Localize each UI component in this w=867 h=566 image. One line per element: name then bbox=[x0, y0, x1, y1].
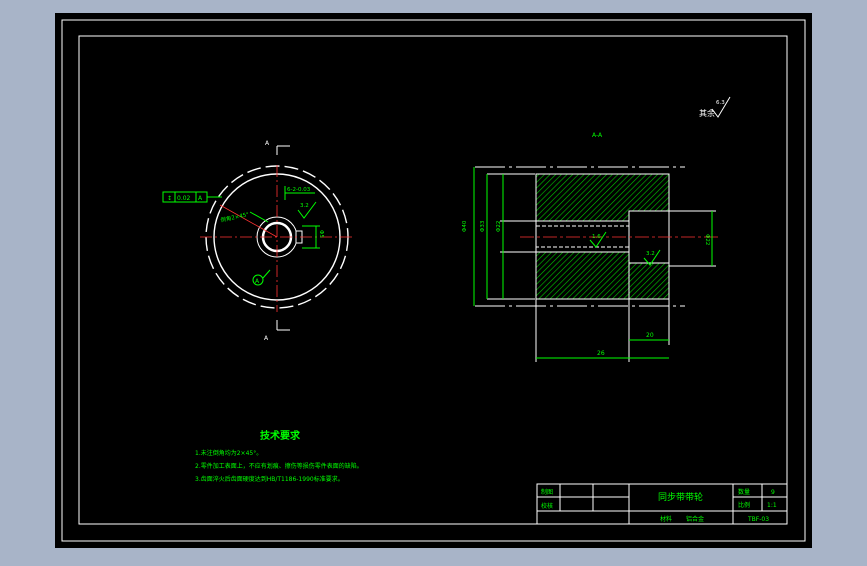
hub-length-dim: 20 bbox=[646, 332, 654, 339]
bore-dimension: Φ5 bbox=[318, 230, 324, 238]
svg-text:↕: ↕ bbox=[167, 195, 172, 202]
roughness-value: 6.3 bbox=[716, 100, 725, 106]
scale-label: 比例 bbox=[738, 501, 750, 509]
material-value: 铝合金 bbox=[686, 515, 704, 523]
qty-label: 数量 bbox=[738, 488, 750, 496]
bore-roughness-2: 1.6 bbox=[592, 234, 601, 240]
note-item-1: 1.未注倒角均为2×45°。 bbox=[195, 449, 262, 457]
section-view-label: A-A bbox=[592, 132, 603, 139]
material-label: 材料 bbox=[660, 515, 672, 523]
hub-roughness: 3.2 bbox=[646, 251, 655, 257]
root-diameter-dim: Φ33 bbox=[480, 220, 486, 232]
total-length-dim: 26 bbox=[597, 350, 605, 357]
cad-viewport: A A ↕ 0.02 A A 6-2-0.03 3.2 倒角2×45° Φ5 A… bbox=[0, 0, 867, 562]
hub-diameter-dim: Φ22 bbox=[496, 221, 502, 232]
right-diameter-dim: Φ22 bbox=[704, 234, 710, 245]
bore-roughness: 3.2 bbox=[300, 203, 309, 209]
checked-label: 校核 bbox=[541, 502, 553, 510]
note-item-2: 2.零件加工表面上，不应有划痕、擦伤等损伤零件表面的缺陷。 bbox=[195, 462, 363, 470]
note-item-3: 3.齿面淬火后齿面硬度达到HB/T1186-1990标准要求。 bbox=[195, 475, 344, 483]
keyway-tolerance: 6-2-0.03 bbox=[287, 187, 311, 193]
part-name: 同步带带轮 bbox=[658, 491, 703, 503]
svg-text:0.02: 0.02 bbox=[177, 195, 191, 202]
notes-heading: 技术要求 bbox=[260, 429, 301, 442]
qty-value: 9 bbox=[771, 489, 775, 496]
drawing-sheet bbox=[55, 13, 812, 548]
outer-diameter-dim: Φ40 bbox=[462, 220, 468, 232]
scale-value: 1:1 bbox=[767, 502, 777, 509]
drawn-label: 制图 bbox=[541, 488, 553, 496]
drawing-number: TBF-03 bbox=[747, 516, 769, 523]
cad-drawing: A A ↕ 0.02 A A 6-2-0.03 3.2 倒角2×45° Φ5 A… bbox=[55, 13, 812, 548]
